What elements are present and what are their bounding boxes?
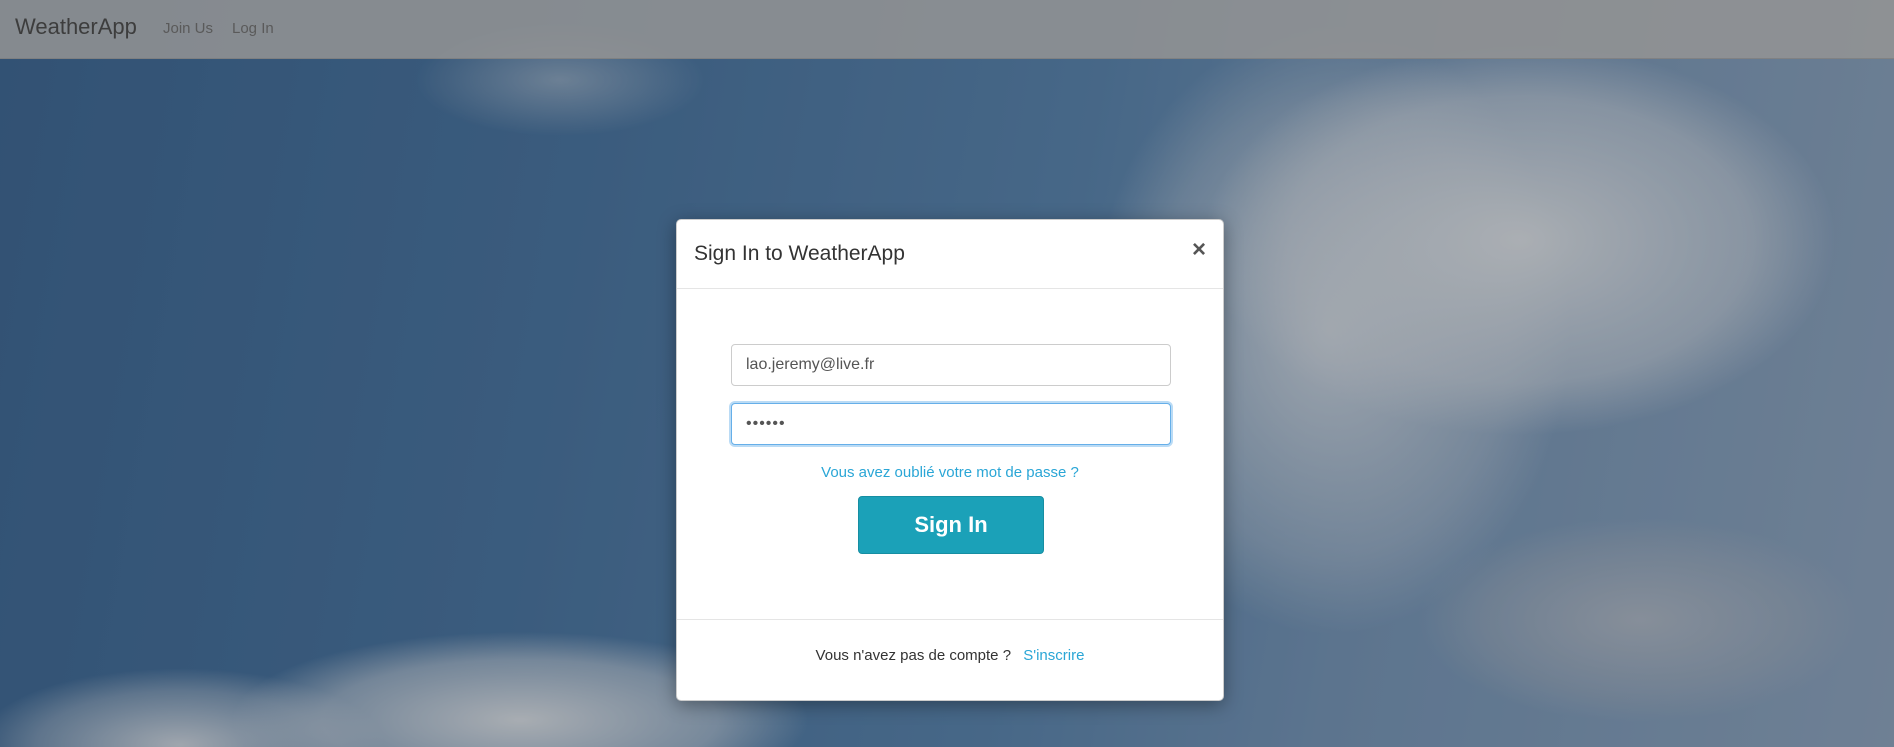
brand-logo[interactable]: WeatherApp xyxy=(15,14,137,40)
forgot-password-link[interactable]: Vous avez oublié votre mot de passe ? xyxy=(677,464,1223,481)
sign-up-link[interactable]: S'inscrire xyxy=(1023,647,1084,664)
email-field[interactable] xyxy=(731,344,1171,386)
modal-title: Sign In to WeatherApp xyxy=(694,242,905,265)
nav-log-in[interactable]: Log In xyxy=(232,20,274,37)
sign-in-modal: Sign In to WeatherApp × Vous avez oublié… xyxy=(676,219,1224,701)
close-icon[interactable]: × xyxy=(1192,238,1206,262)
modal-header: Sign In to WeatherApp × xyxy=(677,220,1223,289)
sign-in-button[interactable]: Sign In xyxy=(858,496,1044,554)
nav-join-us[interactable]: Join Us xyxy=(163,20,213,37)
modal-footer: Vous n'avez pas de compte ? S'inscrire xyxy=(677,619,1223,702)
no-account-text: Vous n'avez pas de compte ? xyxy=(815,647,1012,664)
navbar: WeatherApp Join Us Log In xyxy=(0,0,1894,59)
page: La météo sur votre écran WeatherApp Join… xyxy=(0,0,1894,747)
password-field[interactable] xyxy=(731,403,1171,445)
